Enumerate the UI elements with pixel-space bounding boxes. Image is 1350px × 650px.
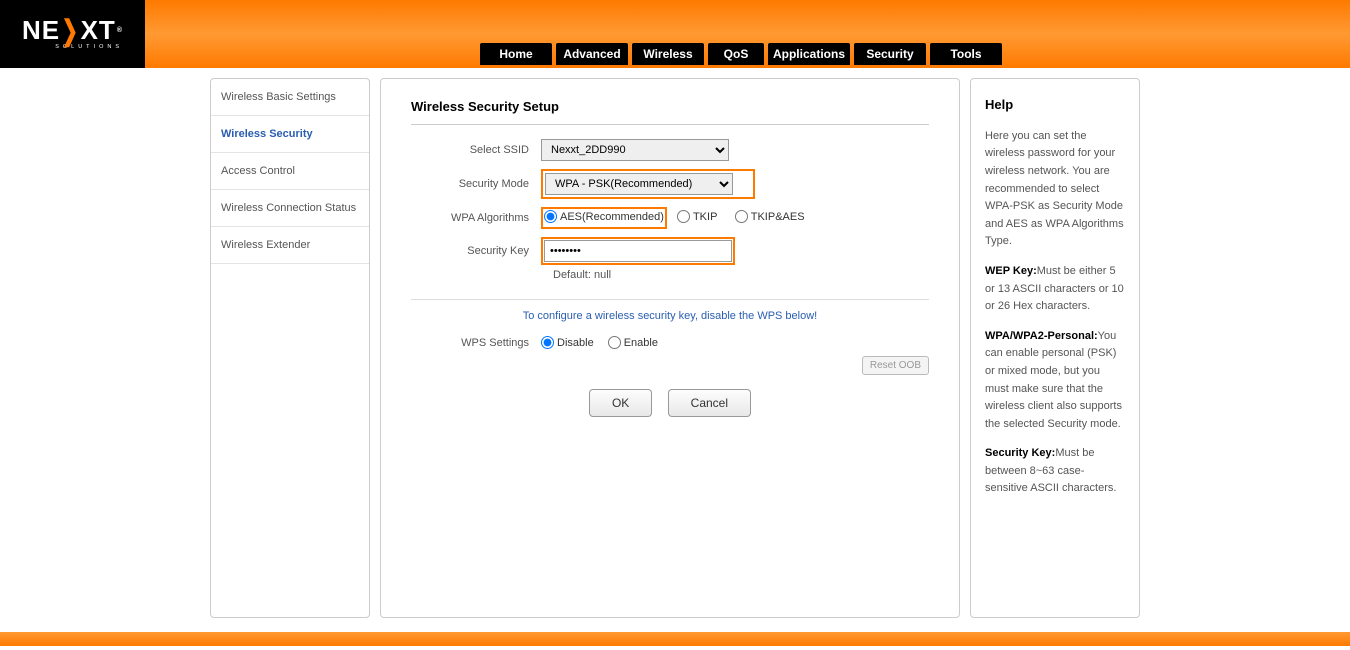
logo: NE ❯ XT ® SOLUTIONS [0,0,145,68]
nav-tools[interactable]: Tools [930,43,1002,65]
sidebar-item-security[interactable]: Wireless Security [211,116,369,153]
security-key-highlight [541,237,735,265]
nav-home[interactable]: Home [480,43,552,65]
label-security-key: Security Key [411,245,541,257]
nav-advanced[interactable]: Advanced [556,43,628,65]
config-note: To configure a wireless security key, di… [411,310,929,322]
footer-bar [0,632,1350,646]
help-wep-label: WEP Key: [985,265,1037,277]
help-title: Help [985,95,1125,116]
label-security-mode: Security Mode [411,178,541,190]
sidebar-item-basic[interactable]: Wireless Basic Settings [211,79,369,116]
radio-tkipaes[interactable] [735,210,748,223]
radio-wps-enable[interactable] [608,336,621,349]
sidebar-item-access-control[interactable]: Access Control [211,153,369,190]
cancel-button[interactable]: Cancel [668,389,751,417]
ok-button[interactable]: OK [589,389,652,417]
default-hint: Default: null [553,269,929,281]
label-select-ssid: Select SSID [411,144,541,156]
label-wpa-algorithms: WPA Algorithms [411,212,541,224]
radio-wps-disable[interactable] [541,336,554,349]
help-panel: Help Here you can set the wireless passw… [970,78,1140,618]
content-wrap: Wireless Basic Settings Wireless Securit… [0,68,1350,628]
radio-aes-label: AES(Recommended) [560,211,664,223]
help-wpa-label: WPA/WPA2-Personal: [985,330,1098,342]
nav-wireless[interactable]: Wireless [632,43,704,65]
main-panel: Wireless Security Setup Select SSID Nexx… [380,78,960,618]
help-intro: Here you can set the wireless password f… [985,128,1125,251]
help-wpa-text: You can enable personal (PSK) or mixed m… [985,330,1122,430]
radio-wps-disable-label: Disable [557,337,594,349]
security-mode-highlight: WPA - PSK(Recommended) [541,169,755,199]
nav-security[interactable]: Security [854,43,926,65]
sidebar: Wireless Basic Settings Wireless Securit… [210,78,370,618]
nav-qos[interactable]: QoS [708,43,764,65]
sidebar-item-extender[interactable]: Wireless Extender [211,227,369,264]
input-security-key[interactable] [544,240,732,262]
logo-text-left: NE [22,19,60,42]
radio-tkipaes-label: TKIP&AES [751,211,805,223]
main-nav: Home Advanced Wireless QoS Applications … [480,43,1002,65]
help-key-label: Security Key: [985,447,1055,459]
header-bar: NE ❯ XT ® SOLUTIONS Home Advanced Wirele… [0,0,1350,68]
page-title: Wireless Security Setup [411,99,929,125]
chevron-icon: ❯ [62,18,79,43]
radio-wps-enable-label: Enable [624,337,658,349]
radio-tkip[interactable] [677,210,690,223]
divider [411,299,929,300]
logo-text-right: XT [81,19,116,42]
aes-highlight: AES(Recommended) [541,207,667,229]
select-ssid[interactable]: Nexxt_2DD990 [541,139,729,161]
nav-applications[interactable]: Applications [768,43,850,65]
radio-tkip-label: TKIP [693,211,717,223]
reset-oob-button[interactable]: Reset OOB [862,356,929,375]
label-wps-settings: WPS Settings [411,337,541,349]
radio-aes[interactable] [544,210,557,223]
select-security-mode[interactable]: WPA - PSK(Recommended) [545,173,733,195]
sidebar-item-connection-status[interactable]: Wireless Connection Status [211,190,369,227]
